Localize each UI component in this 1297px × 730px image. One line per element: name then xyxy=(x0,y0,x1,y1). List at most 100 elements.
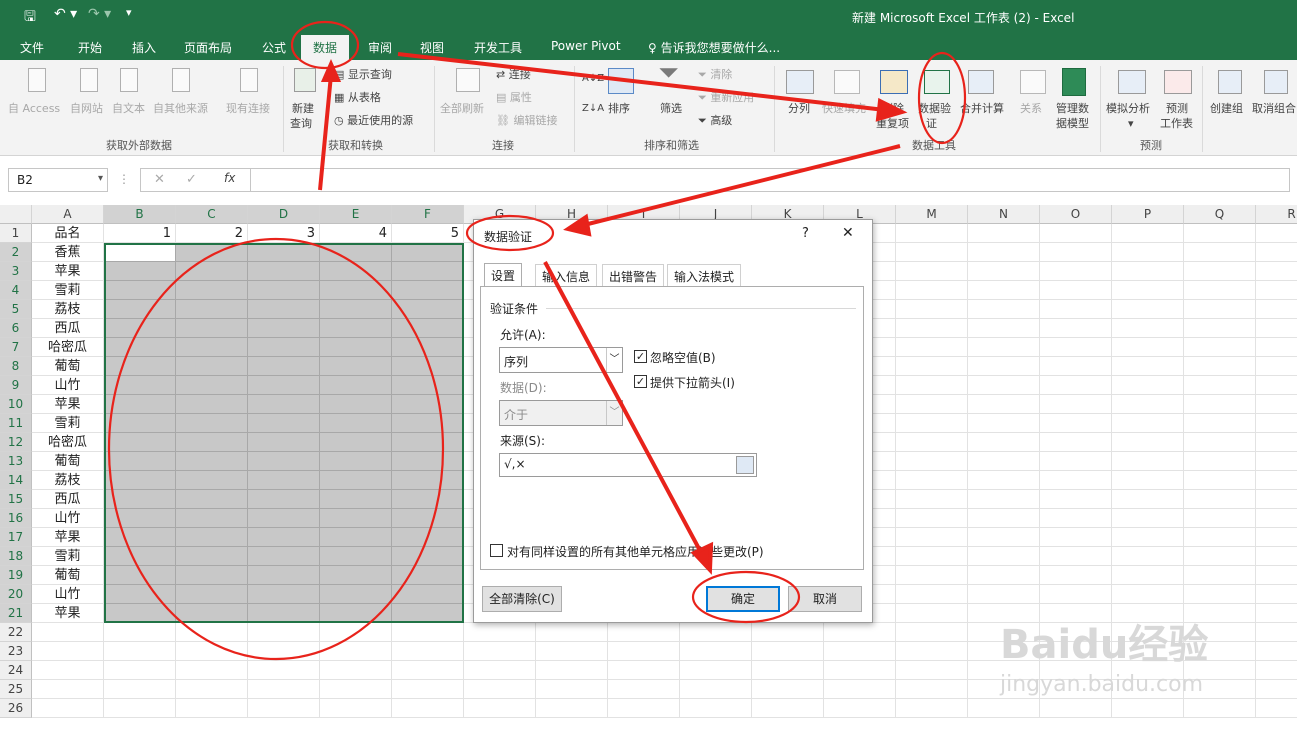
cell[interactable] xyxy=(248,680,320,699)
formula-input[interactable] xyxy=(140,168,1290,192)
cell[interactable] xyxy=(1112,319,1184,338)
cell[interactable] xyxy=(1040,281,1112,300)
sort-za-icon[interactable]: Z↓A xyxy=(582,102,604,116)
row-header[interactable]: 5 xyxy=(0,300,32,319)
cell[interactable] xyxy=(680,699,752,718)
column-header[interactable]: A xyxy=(32,205,104,224)
cell[interactable]: 苹果 xyxy=(32,528,104,547)
cell[interactable] xyxy=(1040,566,1112,585)
cell[interactable] xyxy=(392,623,464,642)
cell[interactable] xyxy=(968,490,1040,509)
cell[interactable] xyxy=(896,585,968,604)
cell[interactable] xyxy=(1256,604,1297,623)
ignore-blank-checkbox[interactable]: ✓ xyxy=(634,350,647,363)
data-validation-label-2[interactable]: 证 xyxy=(926,117,937,131)
row-header[interactable]: 7 xyxy=(0,338,32,357)
cancel-button[interactable]: 取消 xyxy=(788,586,862,612)
cell[interactable] xyxy=(1184,547,1256,566)
cell[interactable] xyxy=(896,642,968,661)
cell[interactable]: 哈密瓜 xyxy=(32,338,104,357)
cell[interactable] xyxy=(1040,395,1112,414)
clear-filter-button[interactable]: ⏷ 清除 xyxy=(698,68,732,82)
cell[interactable] xyxy=(1184,262,1256,281)
cell[interactable] xyxy=(464,661,536,680)
cell[interactable] xyxy=(104,642,176,661)
cell[interactable] xyxy=(968,528,1040,547)
cell[interactable] xyxy=(608,623,680,642)
from-other-sources-button[interactable]: 自其他来源 xyxy=(153,102,208,116)
cell[interactable] xyxy=(320,623,392,642)
cell[interactable] xyxy=(32,699,104,718)
cell[interactable] xyxy=(1256,433,1297,452)
cell[interactable] xyxy=(824,661,896,680)
cell[interactable] xyxy=(1112,338,1184,357)
cell[interactable] xyxy=(1256,509,1297,528)
cell[interactable] xyxy=(248,699,320,718)
customize-qat-icon[interactable]: ▾ xyxy=(126,6,132,19)
cell[interactable] xyxy=(1040,300,1112,319)
insert-function-icon[interactable]: fx xyxy=(224,171,235,185)
apply-all-checkbox[interactable] xyxy=(490,544,503,557)
cell[interactable] xyxy=(896,490,968,509)
cell[interactable] xyxy=(176,623,248,642)
cell[interactable]: 山竹 xyxy=(32,376,104,395)
tab-view[interactable]: 视图 xyxy=(420,39,444,56)
cell[interactable] xyxy=(320,680,392,699)
cell[interactable] xyxy=(1040,471,1112,490)
cell[interactable] xyxy=(1256,547,1297,566)
cell[interactable] xyxy=(968,452,1040,471)
cell[interactable] xyxy=(320,661,392,680)
cell[interactable] xyxy=(1112,300,1184,319)
chevron-down-icon[interactable]: ▾ xyxy=(1128,117,1134,131)
cell[interactable] xyxy=(896,262,968,281)
row-header[interactable]: 2 xyxy=(0,243,32,262)
cell[interactable] xyxy=(104,680,176,699)
cell[interactable] xyxy=(1256,699,1297,718)
select-all-corner[interactable] xyxy=(0,205,32,224)
tab-settings[interactable]: 设置 xyxy=(484,263,523,287)
column-header[interactable]: M xyxy=(896,205,968,224)
cell[interactable] xyxy=(896,699,968,718)
cell[interactable] xyxy=(1040,547,1112,566)
cell[interactable] xyxy=(1256,262,1297,281)
column-header[interactable]: F xyxy=(392,205,464,224)
cell[interactable] xyxy=(896,433,968,452)
row-header[interactable]: 12 xyxy=(0,433,32,452)
cell[interactable] xyxy=(536,642,608,661)
sort-az-icon[interactable]: A↓Z xyxy=(582,72,604,86)
cell[interactable] xyxy=(464,699,536,718)
cell[interactable] xyxy=(248,623,320,642)
cell[interactable] xyxy=(1040,699,1112,718)
cell[interactable] xyxy=(1112,585,1184,604)
cell[interactable] xyxy=(536,661,608,680)
cell[interactable] xyxy=(1256,566,1297,585)
cell[interactable] xyxy=(824,699,896,718)
row-header[interactable]: 21 xyxy=(0,604,32,623)
cell[interactable] xyxy=(968,262,1040,281)
tab-data[interactable]: 数据 xyxy=(301,35,350,60)
cell[interactable] xyxy=(1112,452,1184,471)
row-header[interactable]: 1 xyxy=(0,224,32,243)
cell[interactable] xyxy=(752,623,824,642)
cell[interactable] xyxy=(176,699,248,718)
cell[interactable] xyxy=(896,452,968,471)
cell[interactable]: 雪莉 xyxy=(32,547,104,566)
refresh-all-button[interactable]: 全部刷新 xyxy=(440,102,484,116)
tab-developer[interactable]: 开发工具 xyxy=(474,39,522,56)
row-header[interactable]: 10 xyxy=(0,395,32,414)
show-queries-button[interactable]: ▤ 显示查询 xyxy=(334,68,392,82)
cell[interactable] xyxy=(1040,528,1112,547)
cell[interactable] xyxy=(1112,433,1184,452)
flash-fill-button[interactable]: 快速填充 xyxy=(822,102,866,116)
column-header[interactable]: O xyxy=(1040,205,1112,224)
cell[interactable] xyxy=(1256,281,1297,300)
cell[interactable] xyxy=(1256,357,1297,376)
cell[interactable] xyxy=(1256,395,1297,414)
cell[interactable] xyxy=(1184,452,1256,471)
cell[interactable] xyxy=(464,680,536,699)
cell[interactable] xyxy=(1040,338,1112,357)
tab-insert[interactable]: 插入 xyxy=(132,39,156,56)
close-icon[interactable]: ✕ xyxy=(842,225,854,241)
manage-data-model-label-2[interactable]: 据模型 xyxy=(1056,117,1089,131)
cell[interactable] xyxy=(1112,699,1184,718)
